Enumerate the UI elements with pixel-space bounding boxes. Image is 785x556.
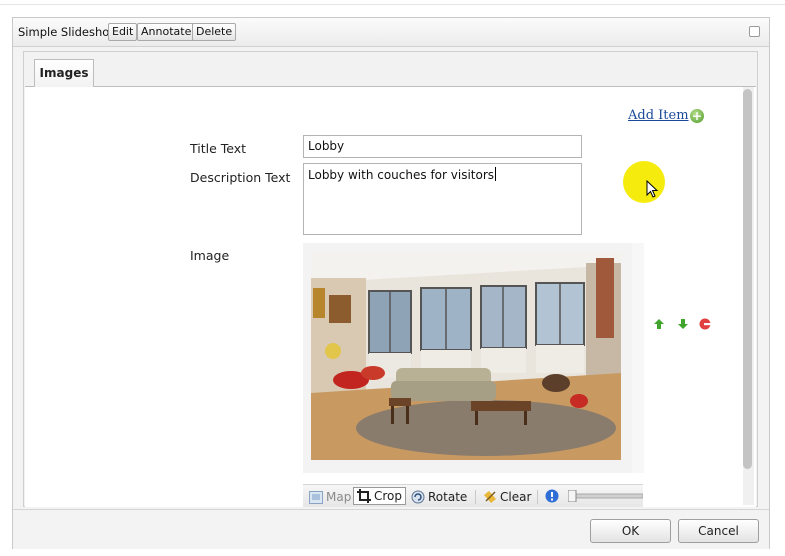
clear-button-label: Clear bbox=[500, 490, 532, 504]
plus-circle-icon[interactable]: + bbox=[690, 109, 704, 123]
toolbar-separator bbox=[537, 490, 538, 504]
rotate-button-label: Rotate bbox=[428, 490, 468, 504]
arrow-down-icon[interactable] bbox=[677, 318, 689, 330]
crop-button[interactable]: Crop bbox=[353, 487, 407, 505]
map-button[interactable]: Map bbox=[309, 488, 351, 506]
add-item-link[interactable]: Add Item bbox=[628, 108, 689, 123]
scrollbar-thumb[interactable] bbox=[743, 89, 752, 469]
lobby-image[interactable] bbox=[311, 253, 621, 460]
dialog-checkbox[interactable] bbox=[749, 26, 760, 37]
text-caret bbox=[495, 167, 497, 181]
mouse-pointer-icon bbox=[646, 180, 659, 198]
ok-button[interactable]: OK bbox=[590, 519, 671, 543]
image-panel-scroll-edge bbox=[632, 243, 644, 473]
description-text-value: Lobby with couches for visitors bbox=[308, 168, 495, 182]
cancel-button[interactable]: Cancel bbox=[678, 519, 759, 543]
broom-icon bbox=[484, 491, 496, 503]
crop-button-label: Crop bbox=[374, 489, 403, 503]
image-preview-panel bbox=[303, 243, 632, 473]
slideshow-dialog: Simple Slideshow Edit Annotate Delete Im… bbox=[12, 17, 770, 549]
annotate-button[interactable]: Annotate bbox=[137, 23, 196, 41]
rotate-button[interactable]: Rotate bbox=[411, 488, 467, 506]
tab-panel: Images Add Item + Title Text Lobby Descr… bbox=[23, 51, 758, 507]
page-top-border bbox=[0, 0, 785, 5]
description-text-input[interactable]: Lobby with couches for visitors bbox=[303, 163, 582, 235]
dialog-title: Simple Slideshow bbox=[18, 25, 119, 39]
toolbar-separator bbox=[475, 490, 476, 504]
images-tab-content: Add Item + Title Text Lobby Description … bbox=[25, 86, 756, 507]
crop-icon bbox=[357, 489, 371, 503]
title-text-input[interactable]: Lobby bbox=[303, 135, 582, 158]
dialog-titlebar: Simple Slideshow Edit Annotate Delete bbox=[13, 18, 769, 47]
arrow-up-icon[interactable] bbox=[653, 318, 665, 330]
image-toolbar: Map Crop Rotate Clear bbox=[303, 484, 643, 507]
edit-button[interactable]: Edit bbox=[108, 23, 138, 41]
title-text-value: Lobby bbox=[308, 139, 345, 153]
zoom-slider[interactable] bbox=[568, 490, 643, 502]
map-icon bbox=[309, 491, 323, 504]
delete-button[interactable]: Delete bbox=[192, 23, 237, 41]
map-button-label: Map bbox=[326, 490, 352, 504]
content-scrollbar[interactable] bbox=[743, 87, 754, 505]
minus-circle-icon[interactable] bbox=[699, 318, 711, 330]
title-text-label: Title Text bbox=[190, 141, 247, 156]
description-text-label: Description Text bbox=[190, 170, 291, 185]
clear-button[interactable]: Clear bbox=[483, 488, 531, 506]
info-icon[interactable] bbox=[545, 489, 559, 503]
tab-images[interactable]: Images bbox=[34, 59, 94, 87]
image-label: Image bbox=[190, 248, 230, 263]
rotate-icon bbox=[411, 490, 425, 504]
dialog-footer: OK Cancel bbox=[13, 509, 769, 549]
